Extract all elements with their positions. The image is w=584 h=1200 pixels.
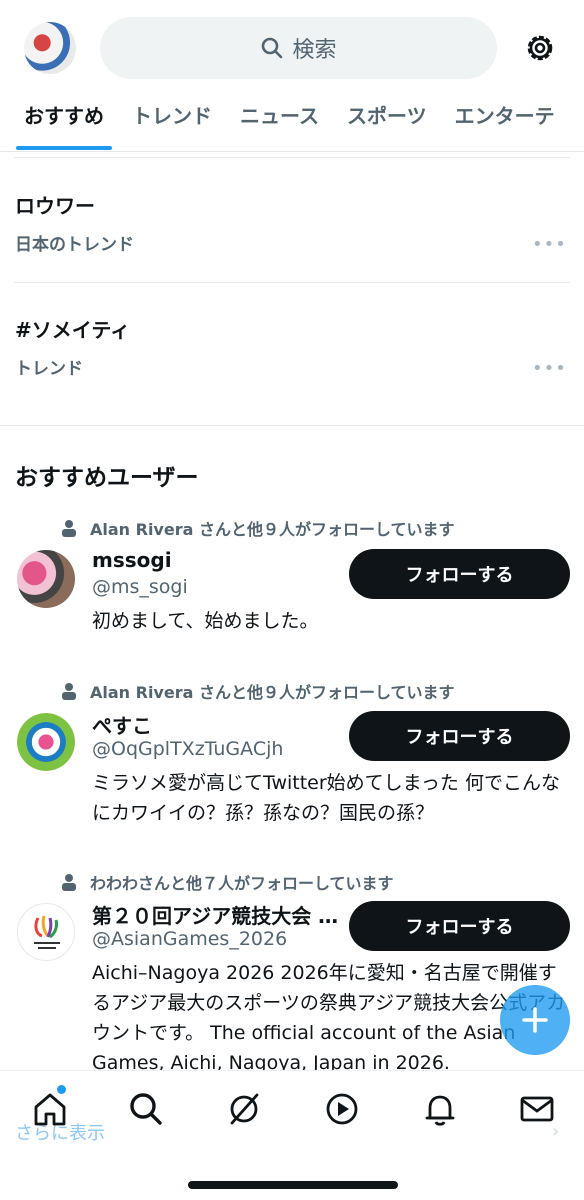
home-icon[interactable]: [30, 1089, 70, 1129]
video-play-icon[interactable]: [322, 1089, 362, 1129]
avatar[interactable]: [17, 550, 75, 608]
social-context-text: Alan Rivera さんと他９人がフォローしています: [90, 520, 455, 539]
bottom-navigation: さらに表示 ›: [0, 1070, 584, 1200]
person-icon: [62, 874, 76, 891]
search-icon[interactable]: [126, 1089, 166, 1129]
tab-trending[interactable]: トレンド: [118, 96, 226, 152]
trend-title: ロウワー: [15, 194, 95, 218]
recommended-users-title: おすすめユーザー: [15, 465, 199, 491]
tab-sports[interactable]: スポーツ: [333, 96, 441, 152]
user-bio: 初めまして、始めました。: [92, 610, 319, 632]
mail-icon[interactable]: [517, 1089, 557, 1129]
more-options-icon[interactable]: •••: [532, 234, 567, 255]
top-bar: 検索 おすすめ トレンド ニュース スポーツ エンターテ: [0, 0, 584, 152]
asian-games-logo-icon: [34, 915, 60, 949]
social-context-text: わわわさんと他７人がフォローしています: [90, 874, 394, 893]
explore-tabs: おすすめ トレンド ニュース スポーツ エンターテ: [0, 96, 584, 152]
profile-avatar[interactable]: [24, 22, 76, 74]
user-handle: @OqGplTXzTuGACjh: [92, 738, 284, 760]
communities-slash-icon[interactable]: [224, 1089, 264, 1129]
trend-title: #ソメイティ: [15, 318, 131, 342]
search-box[interactable]: 検索: [100, 17, 497, 79]
trend-item[interactable]: ロウワー 日本のトレンド •••: [0, 160, 584, 284]
user-name[interactable]: 第２０回アジア競技大会 (…: [92, 900, 342, 929]
avatar[interactable]: [17, 713, 75, 771]
user-handle: @ms_sogi: [92, 576, 188, 598]
gear-icon[interactable]: [520, 28, 560, 68]
person-icon: [62, 520, 76, 537]
trend-subtitle: 日本のトレンド: [15, 235, 134, 255]
follow-button[interactable]: フォローする: [349, 711, 570, 761]
plus-icon: [522, 1007, 548, 1033]
bell-icon[interactable]: [420, 1089, 460, 1129]
user-name[interactable]: ぺすこ: [92, 710, 152, 739]
compose-button[interactable]: [500, 985, 570, 1055]
home-indicator: [188, 1181, 398, 1189]
divider: [14, 157, 570, 158]
person-icon: [62, 683, 76, 700]
trend-subtitle: トレンド: [15, 359, 83, 379]
tab-recommended[interactable]: おすすめ: [0, 96, 118, 152]
social-context: Alan Rivera さんと他９人がフォローしています: [60, 679, 455, 703]
search-icon: [262, 37, 283, 59]
trend-item[interactable]: #ソメイティ トレンド •••: [0, 284, 584, 408]
divider: [14, 282, 570, 283]
search-placeholder: 検索: [292, 38, 337, 63]
social-context: わわわさんと他７人がフォローしています: [60, 870, 394, 894]
social-context: Alan Rivera さんと他９人がフォローしています: [60, 516, 455, 540]
follow-button[interactable]: フォローする: [349, 901, 570, 951]
user-bio: ミラソメ愛が高じてTwitter始めてしまった 何でこんなにカワイイの？孫？孫な…: [92, 772, 560, 824]
avatar[interactable]: [17, 903, 75, 961]
follow-button[interactable]: フォローする: [349, 549, 570, 599]
section-divider: [0, 425, 584, 426]
tab-entertainment[interactable]: エンターテ: [441, 96, 569, 152]
tab-news[interactable]: ニュース: [226, 96, 333, 152]
user-handle: @AsianGames_2026: [92, 928, 288, 950]
more-options-icon[interactable]: •••: [532, 358, 567, 379]
notification-dot: [57, 1085, 66, 1094]
social-context-text: Alan Rivera さんと他９人がフォローしています: [90, 683, 455, 702]
user-name[interactable]: mssogi: [92, 548, 172, 572]
